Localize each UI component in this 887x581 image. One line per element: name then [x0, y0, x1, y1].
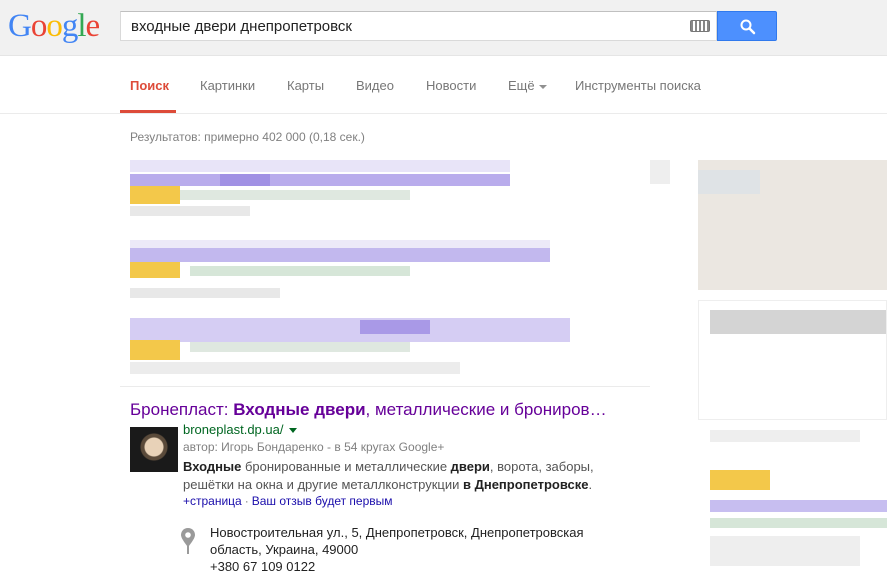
keyboard-icon[interactable] — [690, 20, 710, 32]
snippet-bold: в Днепропетровске — [462, 477, 589, 492]
phone-number[interactable]: +380 67 109 0122 — [210, 558, 610, 575]
logo-letter: l — [77, 8, 86, 44]
search-input[interactable] — [121, 12, 681, 40]
tab-more[interactable]: Ещё — [508, 78, 547, 93]
logo-letter: o — [30, 8, 47, 44]
tab-news[interactable]: Новости — [426, 78, 476, 93]
tab-search[interactable]: Поиск — [130, 78, 169, 93]
logo-letter: e — [85, 8, 101, 44]
google-logo[interactable]: Google — [8, 8, 101, 44]
snippet-text: бронированные и металлические — [241, 459, 451, 474]
result-snippet: Входные бронированные и металлические дв… — [183, 458, 613, 494]
result-title-link[interactable]: Бронепласт: Входные двери, металлические… — [130, 400, 607, 420]
search-tabs: Поиск Картинки Карты Видео Новости Ещё И… — [0, 56, 887, 114]
logo-letter: o — [46, 8, 62, 44]
search-box[interactable] — [120, 11, 717, 41]
snippet-text: . — [588, 477, 593, 492]
result-stats: Результатов: примерно 402 000 (0,18 сек.… — [130, 130, 365, 144]
chevron-down-icon — [538, 84, 547, 89]
plus-page-link[interactable]: +страница — [183, 494, 242, 508]
results-divider — [120, 386, 650, 387]
result-address: Новостроительная ул., 5, Днепропетровск,… — [210, 524, 610, 575]
link-separator: · — [244, 494, 249, 508]
result-title-part: Бронепласт: — [130, 400, 234, 419]
tab-search-tools[interactable]: Инструменты поиска — [575, 78, 701, 93]
address-line: Новостроительная ул., 5, Днепропетровск,… — [210, 525, 584, 540]
review-link[interactable]: Ваш отзыв будет первым — [252, 494, 393, 508]
result-links: +страница · Ваш отзыв будет первым — [183, 494, 393, 508]
snippet-bold: Входные — [183, 459, 242, 474]
logo-letter: g — [61, 8, 78, 44]
tab-maps[interactable]: Карты — [287, 78, 324, 93]
top-bar: Google — [0, 0, 887, 56]
address-line: область, Украина, 49000 — [210, 542, 359, 557]
tab-images[interactable]: Картинки — [200, 78, 255, 93]
author-avatar[interactable] — [130, 427, 178, 472]
result-title-bold: Входные двери — [233, 400, 366, 419]
tab-more-label: Ещё — [508, 78, 535, 93]
result-url: broneplast.dp.ua/ — [183, 422, 298, 437]
search-button[interactable] — [717, 11, 777, 41]
map-pin-icon — [181, 528, 195, 554]
url-dropdown-arrow-icon[interactable] — [289, 428, 298, 434]
snippet-bold: двери — [450, 459, 490, 474]
tab-video[interactable]: Видео — [356, 78, 394, 93]
result-author[interactable]: автор: Игорь Бондаренко - в 54 кругах Go… — [183, 440, 444, 454]
search-icon — [740, 19, 756, 35]
result-url-text: broneplast.dp.ua/ — [183, 422, 284, 437]
active-tab-indicator — [120, 110, 176, 113]
result-title-part: , металлические и брониров… — [365, 400, 607, 419]
logo-letter: G — [8, 8, 32, 44]
